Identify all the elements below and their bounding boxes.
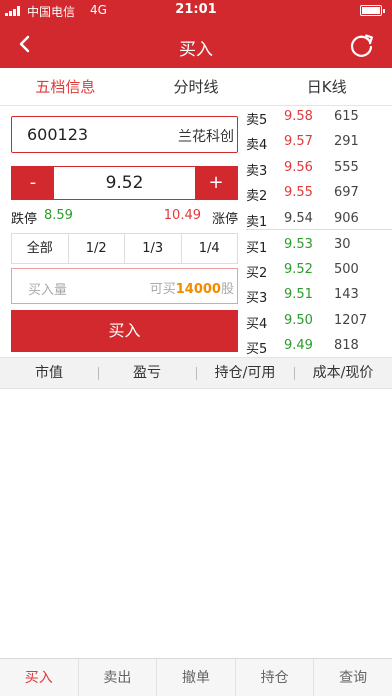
holdings-header: 市值 盈亏 持仓/可用 成本/现价 <box>0 357 392 389</box>
bid-row: 买2 9.52 500 <box>246 259 392 281</box>
position-ratio-selector: 全部 1/2 1/3 1/4 <box>11 233 238 264</box>
column-profit-loss: 盈亏 <box>98 358 196 388</box>
available-quantity: 可买14000股 <box>150 278 234 297</box>
bid-volume: 500 <box>334 262 359 277</box>
available-prefix: 可买 <box>149 282 176 297</box>
status-time: 21:01 <box>175 2 217 17</box>
bid-label: 买4 <box>246 317 268 332</box>
available-number: 14000 <box>175 282 221 297</box>
ask-label: 卖4 <box>246 138 268 153</box>
stock-name: 兰花科创 <box>178 129 234 145</box>
price-input[interactable]: 9.52 <box>54 167 195 199</box>
price-increase-button[interactable]: + <box>195 167 237 199</box>
nav-cancel-order[interactable]: 撤单 <box>157 659 236 696</box>
bid-label: 买2 <box>246 266 268 281</box>
ask-price: 9.58 <box>284 109 313 124</box>
ask-volume: 291 <box>334 134 359 149</box>
ask-label: 卖1 <box>246 215 268 230</box>
bid-label: 买3 <box>246 291 268 306</box>
quantity-field[interactable]: 买入量 可买14000股 <box>11 268 238 304</box>
nav-sell[interactable]: 卖出 <box>79 659 158 696</box>
bid-label: 买5 <box>246 342 268 357</box>
bid-label: 买1 <box>246 241 268 256</box>
bid-volume: 30 <box>334 237 351 252</box>
ratio-all-button[interactable]: 全部 <box>12 234 69 263</box>
price-decrease-button[interactable]: - <box>12 167 54 199</box>
bid-volume: 818 <box>334 338 359 353</box>
bid-price: 9.51 <box>284 287 313 302</box>
limit-down-label: 跌停 <box>11 212 38 227</box>
refresh-icon <box>350 34 373 57</box>
ratio-third-button[interactable]: 1/3 <box>125 234 182 263</box>
page-title: 买入 <box>179 40 213 60</box>
nav-bar: 买入 <box>0 22 392 68</box>
ask-price: 9.54 <box>284 211 313 226</box>
ask-label: 卖3 <box>246 164 268 179</box>
available-suffix: 股 <box>220 282 234 297</box>
limit-up-value: 10.49 <box>163 208 201 223</box>
tab-five-level[interactable]: 五档信息 <box>0 68 131 105</box>
column-cost-price: 成本/现价 <box>294 358 392 388</box>
buy-button[interactable]: 买入 <box>11 310 238 352</box>
bid-row: 买5 9.49 818 <box>246 335 392 357</box>
stock-code-value: 600123 <box>27 125 89 144</box>
bid-row: 买3 9.51 143 <box>246 284 392 306</box>
ask-volume: 906 <box>334 211 359 226</box>
status-bar: 中国电信 4G 21:01 <box>0 0 392 22</box>
info-tabs: 五档信息 分时线 日K线 <box>0 68 392 106</box>
ask-row: 卖1 9.54 906 <box>246 208 392 230</box>
tab-daily-k[interactable]: 日K线 <box>261 68 392 105</box>
ask-row: 卖4 9.57 291 <box>246 131 392 153</box>
bid-row: 买4 9.50 1207 <box>246 310 392 332</box>
limit-down-value: 8.59 <box>44 208 73 223</box>
ask-price: 9.55 <box>284 185 313 200</box>
tab-intraday[interactable]: 分时线 <box>131 68 262 105</box>
ask-row: 卖5 9.58 615 <box>246 106 392 128</box>
refresh-button[interactable] <box>348 31 376 59</box>
nav-query[interactable]: 查询 <box>314 659 392 696</box>
battery-icon <box>360 5 385 16</box>
price-limits: 跌停 8.59 10.49 涨停 <box>11 208 238 227</box>
bid-price: 9.49 <box>284 338 313 353</box>
order-book-divider <box>246 229 392 230</box>
column-position-available: 持仓/可用 <box>196 358 294 388</box>
bid-price: 9.53 <box>284 237 313 252</box>
ask-row: 卖3 9.56 555 <box>246 157 392 179</box>
ratio-quarter-button[interactable]: 1/4 <box>182 234 238 263</box>
quantity-placeholder: 买入量 <box>28 283 68 298</box>
ask-row: 卖2 9.55 697 <box>246 182 392 204</box>
ask-price: 9.56 <box>284 160 313 175</box>
ask-label: 卖5 <box>246 113 268 128</box>
ask-volume: 697 <box>334 185 359 200</box>
ratio-half-button[interactable]: 1/2 <box>69 234 125 263</box>
bid-volume: 1207 <box>334 313 368 328</box>
app-header: 中国电信 4G 21:01 买入 <box>0 0 392 68</box>
ask-volume: 615 <box>334 109 359 124</box>
bottom-nav: 买入 卖出 撤单 持仓 查询 <box>0 658 392 696</box>
ask-label: 卖2 <box>246 189 268 204</box>
column-market-value: 市值 <box>35 365 63 381</box>
nav-positions[interactable]: 持仓 <box>236 659 315 696</box>
bid-price: 9.52 <box>284 262 313 277</box>
bid-row: 买1 9.53 30 <box>246 234 392 256</box>
bid-price: 9.50 <box>284 313 313 328</box>
ask-price: 9.57 <box>284 134 313 149</box>
bid-volume: 143 <box>334 287 359 302</box>
stock-code-field[interactable]: 600123 兰花科创 <box>11 116 238 153</box>
limit-up-label: 涨停 <box>211 212 238 227</box>
nav-buy[interactable]: 买入 <box>0 659 79 696</box>
price-stepper: - 9.52 + <box>11 166 238 200</box>
ask-volume: 555 <box>334 160 359 175</box>
